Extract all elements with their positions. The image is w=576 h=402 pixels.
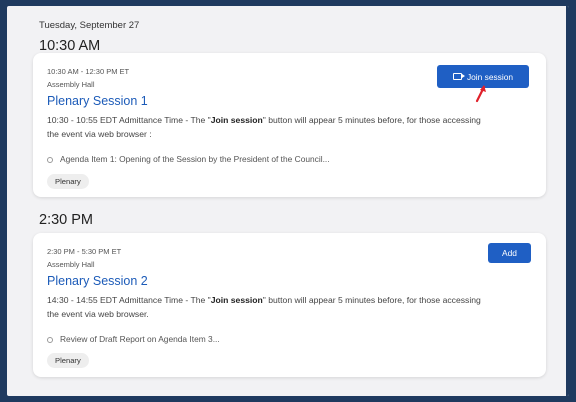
video-camera-icon bbox=[452, 73, 465, 80]
session-title[interactable]: Plenary Session 2 bbox=[47, 274, 148, 288]
session-description: 10:30 - 10:55 EDT Admittance Time - The … bbox=[47, 115, 481, 139]
bullet-icon bbox=[47, 156, 53, 163]
bullet-icon bbox=[47, 336, 53, 343]
session-card-1[interactable]: 10:30 AM - 12:30 PM ET Assembly Hall Ple… bbox=[33, 53, 546, 197]
tag-plenary[interactable]: Plenary bbox=[47, 174, 89, 189]
session-time-range: 2:30 PM - 5:30 PM ET bbox=[47, 247, 122, 256]
time-heading-1030: 10:30 AM bbox=[39, 38, 101, 54]
schedule-panel: Tuesday, September 27 10:30 AM 10:30 AM … bbox=[7, 6, 569, 396]
session-card-2[interactable]: 2:30 PM - 5:30 PM ET Assembly Hall Plena… bbox=[33, 233, 546, 377]
session-description: 14:30 - 14:55 EDT Admittance Time - The … bbox=[47, 295, 481, 319]
agenda-item: Review of Draft Report on Agenda Item 3.… bbox=[47, 334, 220, 344]
tag-plenary[interactable]: Plenary bbox=[47, 353, 89, 368]
annotation-arrow bbox=[475, 85, 486, 103]
session-title[interactable]: Plenary Session 1 bbox=[47, 94, 148, 108]
agenda-item: Agenda Item 1: Opening of the Session by… bbox=[47, 154, 330, 164]
time-heading-230: 2:30 PM bbox=[39, 212, 93, 228]
session-time-range: 10:30 AM - 12:30 PM ET bbox=[47, 67, 130, 76]
frame-edge bbox=[566, 6, 569, 396]
session-location: Assembly Hall bbox=[47, 80, 95, 89]
session-location: Assembly Hall bbox=[47, 260, 95, 269]
date-label: Tuesday, September 27 bbox=[39, 20, 140, 31]
add-button[interactable]: Add bbox=[488, 243, 531, 263]
